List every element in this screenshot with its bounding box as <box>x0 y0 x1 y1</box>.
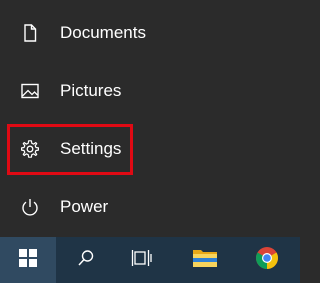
menu-item-label: Settings <box>60 139 122 158</box>
start-menu: Documents Pictures Settings Power <box>0 0 300 237</box>
taskbar <box>0 237 300 283</box>
search-button[interactable] <box>62 237 110 283</box>
gear-icon <box>20 139 40 159</box>
windows-start-icon <box>19 248 37 272</box>
task-view-icon <box>131 248 153 273</box>
search-icon <box>76 248 96 273</box>
pictures-icon <box>20 81 40 101</box>
menu-item-settings[interactable]: Settings <box>0 127 300 171</box>
chrome-icon <box>255 246 279 275</box>
file-explorer-icon <box>192 247 218 274</box>
document-icon <box>20 23 40 43</box>
file-explorer-button[interactable] <box>181 237 229 283</box>
menu-item-label: Power <box>60 197 109 216</box>
task-view-button[interactable] <box>118 237 166 283</box>
menu-item-documents[interactable]: Documents <box>0 11 300 55</box>
menu-item-power[interactable]: Power <box>0 185 300 229</box>
menu-item-label: Documents <box>60 23 146 42</box>
power-icon <box>20 197 40 217</box>
chrome-button[interactable] <box>243 237 291 283</box>
menu-item-pictures[interactable]: Pictures <box>0 69 300 113</box>
menu-item-label: Pictures <box>60 81 122 100</box>
start-button[interactable] <box>0 237 56 283</box>
